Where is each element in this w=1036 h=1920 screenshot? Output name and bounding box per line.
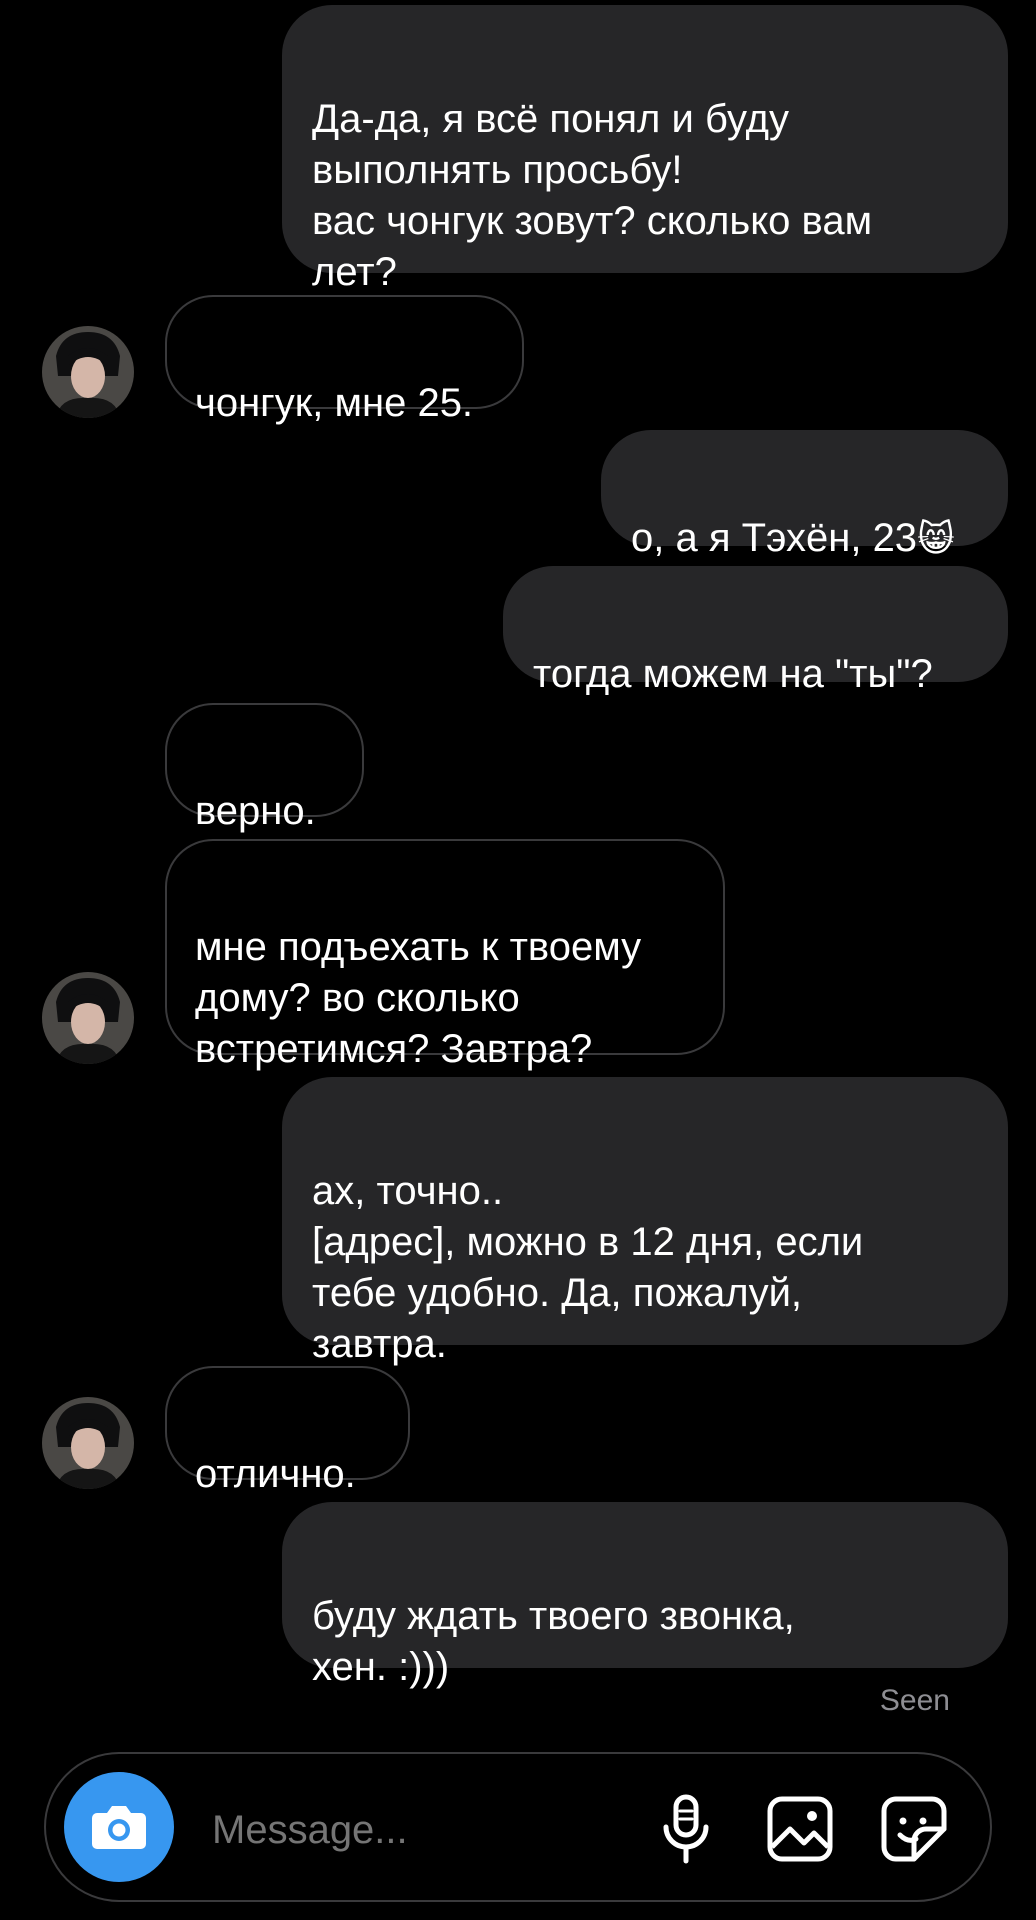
message-input[interactable] [210,1794,674,1866]
grinning-cat-emoji: 😸 [917,519,955,560]
message-text: тогда можем на "ты"? [533,652,933,696]
message-bubble-outgoing[interactable]: о, а я Тэхён, 23😸 [601,430,1008,560]
seen-status: Seen [879,1684,950,1717]
message-bubble-incoming[interactable]: верно. [165,703,364,833]
message-text: чонгук, мне 25. [195,381,474,425]
message-text: буду ждать твоего звонка, хен. :))) [312,1594,795,1689]
message-text: мне подъехать к твоему дому? во сколько … [195,925,642,1071]
message-text: Да-да, я всё понял и буду выполнять прос… [312,97,873,294]
message-bubble-outgoing[interactable]: Да-да, я всё понял и буду выполнять прос… [282,5,1008,294]
message-composer [44,1752,992,1902]
sticker-icon [881,1796,947,1862]
microphone-button[interactable] [648,1791,724,1867]
avatar[interactable] [42,1397,134,1489]
message-text: верно. [195,789,316,833]
sticker-button[interactable] [876,1791,952,1867]
message-bubble-outgoing[interactable]: тогда можем на "ты"? [503,566,1008,696]
camera-button[interactable] [64,1772,174,1882]
message-bubble-outgoing[interactable]: буду ждать твоего звонка, хен. :))) [282,1502,1008,1689]
message-bubble-incoming[interactable]: отлично. [165,1366,410,1496]
message-bubble-incoming[interactable]: чонгук, мне 25. [165,295,524,425]
message-bubble-outgoing[interactable]: ах, точно.. [адрес], можно в 12 дня, есл… [282,1077,1008,1366]
microphone-icon [663,1794,709,1864]
gallery-button[interactable] [762,1791,838,1867]
message-text: отлично. [195,1452,356,1496]
message-text: ах, точно.. [адрес], можно в 12 дня, есл… [312,1169,864,1366]
camera-icon [92,1806,146,1849]
message-bubble-incoming[interactable]: мне подъехать к твоему дому? во сколько … [165,839,725,1071]
avatar[interactable] [42,326,134,418]
avatar[interactable] [42,972,134,1064]
message-text: о, а я Тэхён, 23 [631,516,918,560]
gallery-icon [767,1796,833,1862]
